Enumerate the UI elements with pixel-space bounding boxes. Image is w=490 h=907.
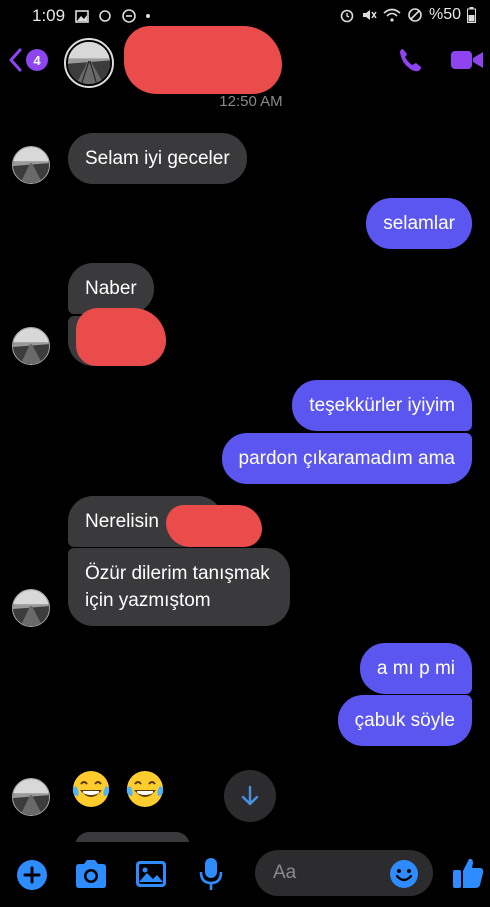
incoming-message[interactable]: Naber bbox=[68, 263, 154, 314]
contact-avatar[interactable] bbox=[64, 38, 114, 88]
dnd-notification-icon bbox=[122, 9, 136, 23]
phone-icon[interactable] bbox=[396, 46, 424, 74]
status-time: 1:09 bbox=[32, 6, 66, 25]
mute-icon bbox=[362, 10, 377, 20]
outgoing-message[interactable]: selamlar bbox=[366, 198, 472, 249]
outgoing-message[interactable]: teşekkürler iyiyim bbox=[292, 380, 472, 431]
back-button[interactable]: 4 bbox=[8, 48, 48, 72]
outgoing-message[interactable]: pardon çıkaramadım ama bbox=[221, 433, 472, 484]
laughing-tears-emoji[interactable] bbox=[70, 768, 112, 810]
thumbs-up-icon[interactable] bbox=[451, 855, 485, 891]
message-line: için yazmıştom bbox=[85, 590, 211, 611]
blocked-icon bbox=[408, 8, 422, 22]
sender-avatar[interactable] bbox=[12, 589, 50, 627]
laughing-tears-emoji[interactable] bbox=[124, 768, 166, 810]
unread-count-badge: 4 bbox=[26, 49, 48, 71]
emoji-icon[interactable] bbox=[389, 859, 419, 889]
arrow-down-icon bbox=[241, 785, 259, 806]
alarm-icon bbox=[340, 9, 354, 23]
gallery-notification-icon bbox=[75, 9, 89, 23]
plus-icon[interactable] bbox=[16, 859, 48, 891]
outgoing-message[interactable]: çabuk söyle bbox=[337, 695, 472, 746]
sender-avatar[interactable] bbox=[12, 146, 50, 184]
incoming-message-multiline[interactable]: Özür dilerim tanışmak için yazmıştom bbox=[68, 548, 290, 626]
dot-notification-icon bbox=[146, 14, 150, 18]
battery-percentage: %50 bbox=[428, 6, 461, 23]
sender-avatar[interactable] bbox=[12, 327, 50, 365]
message-composer bbox=[0, 842, 490, 907]
battery-icon bbox=[467, 7, 476, 23]
microphone-icon[interactable] bbox=[199, 856, 223, 892]
redacted-contact-name bbox=[124, 26, 282, 94]
sync-notification-icon bbox=[99, 10, 111, 22]
status-system-icons: %50 bbox=[339, 6, 476, 24]
video-camera-icon[interactable] bbox=[450, 48, 484, 72]
incoming-message[interactable]: Selam iyi geceler bbox=[68, 133, 247, 184]
scroll-to-bottom-button[interactable] bbox=[224, 770, 276, 822]
chevron-left-icon bbox=[9, 48, 22, 72]
conversation-header: 4 bbox=[0, 26, 490, 94]
redacted-message-content bbox=[166, 505, 262, 547]
image-icon[interactable] bbox=[134, 858, 168, 890]
outgoing-message[interactable]: a mı p mi bbox=[359, 643, 472, 694]
conversation-timestamp: 12:50 AM bbox=[219, 93, 283, 110]
camera-icon[interactable] bbox=[73, 858, 109, 890]
wifi-icon bbox=[383, 8, 401, 22]
sender-avatar[interactable] bbox=[12, 778, 50, 816]
redacted-message-content bbox=[76, 308, 166, 366]
message-line: Özür dilerim tanışmak bbox=[85, 563, 270, 584]
status-notification-icons bbox=[75, 8, 151, 24]
